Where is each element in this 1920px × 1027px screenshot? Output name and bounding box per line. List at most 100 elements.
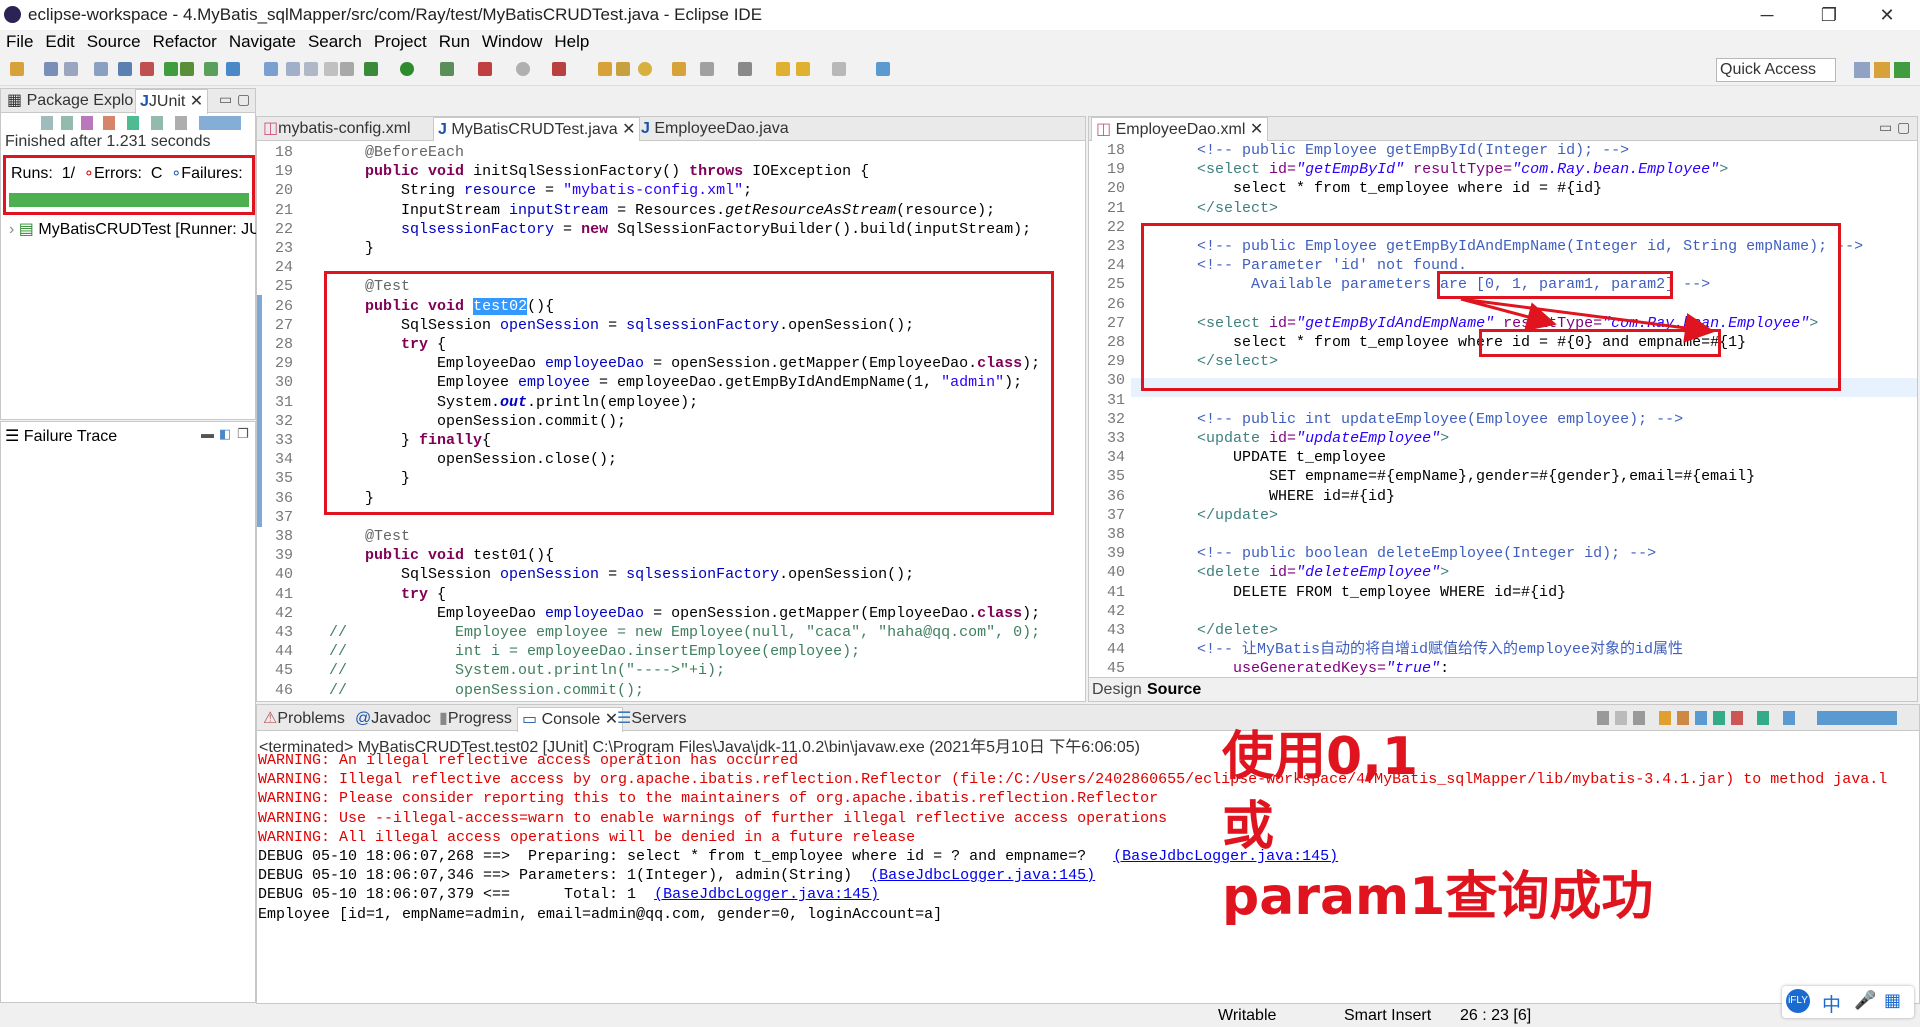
open-resource-icon[interactable] — [616, 62, 630, 76]
tab-console[interactable]: ▭ Console ✕ — [517, 707, 624, 732]
code-line[interactable]: 42 EmployeeDao employeeDao = openSession… — [257, 604, 1085, 623]
tab-progress[interactable]: ▮Progress — [435, 707, 516, 731]
console-warning-line: WARNING: All illegal access operations w… — [258, 828, 916, 846]
source-link[interactable]: (BaseJdbcLogger.java:145) — [870, 867, 1095, 884]
properties-icon[interactable] — [140, 62, 154, 76]
debug-icon[interactable] — [364, 62, 378, 76]
code-line[interactable]: 23 } — [257, 239, 1085, 258]
toggle-mark-icon[interactable] — [264, 62, 278, 76]
stop-icon[interactable] — [516, 62, 530, 76]
server-icon[interactable] — [552, 62, 566, 76]
tab-javadoc[interactable]: @Javadoc — [351, 707, 435, 731]
save-all-icon[interactable] — [64, 62, 78, 76]
compare-icon[interactable]: ◧ — [219, 426, 231, 442]
code-text: @BeforeEach — [365, 144, 465, 161]
junit-toolbar[interactable] — [41, 116, 241, 130]
paragraph-icon[interactable] — [340, 62, 354, 76]
block-select-icon[interactable] — [304, 62, 318, 76]
new-class-icon[interactable] — [226, 62, 240, 76]
console-toolbar[interactable] — [1597, 711, 1897, 725]
new-java-project-icon[interactable] — [180, 62, 194, 76]
annotation-line-1: 使用0,1 — [1222, 727, 1419, 787]
line-number: 18 — [275, 144, 294, 161]
open-type-icon[interactable] — [598, 62, 612, 76]
xml-bottom-tabs: Design Source — [1089, 677, 1917, 701]
test-tree-item[interactable]: › ▤ MyBatisCRUDTest [Runner: JU — [9, 219, 261, 239]
open-perspective-icon[interactable] — [1854, 62, 1870, 78]
terminal-icon[interactable] — [118, 62, 132, 76]
menu-help[interactable]: Help — [548, 30, 595, 54]
new-package-icon[interactable] — [204, 62, 218, 76]
tab-mybatiscrudtest[interactable]: J MyBatisCRUDTest.java ✕ — [433, 117, 641, 142]
search-icon[interactable] — [638, 62, 652, 76]
external-tools-icon[interactable] — [478, 62, 492, 76]
menu-search[interactable]: Search — [302, 30, 368, 54]
menu-project[interactable]: Project — [368, 30, 433, 54]
java-perspective-icon[interactable] — [1894, 62, 1910, 78]
code-line[interactable]: 44 // int i = employeeDao.insertEmployee(… — [257, 642, 1085, 661]
next-annotation-icon[interactable] — [776, 62, 790, 76]
save-icon[interactable] — [44, 62, 58, 76]
menu-run[interactable]: Run — [433, 30, 476, 54]
print-icon[interactable] — [94, 62, 108, 76]
close-button[interactable]: ✕ — [1864, 2, 1910, 28]
menu-navigate[interactable]: Navigate — [223, 30, 302, 54]
status-cursor-position: 26 : 23 [6] — [1460, 1007, 1532, 1024]
minimize-button[interactable]: ─ — [1744, 2, 1790, 28]
line-number: 24 — [275, 259, 294, 277]
tab-problems[interactable]: ⚠Problems — [259, 707, 349, 731]
code-line[interactable]: 21 InputStream inputStream = Resources.g… — [257, 201, 1085, 220]
new-icon[interactable] — [10, 62, 24, 76]
forward-icon[interactable] — [832, 62, 846, 76]
source-link[interactable]: (BaseJdbcLogger.java:145) — [654, 886, 879, 903]
run-icon[interactable] — [400, 62, 414, 76]
ifly-icon[interactable]: iFLY — [1786, 989, 1810, 1013]
code-line[interactable]: 46 // openSession.commit(); — [257, 681, 1085, 700]
tab-employeedao-java[interactable]: J EmployeeDao.java — [637, 117, 793, 141]
build-icon[interactable] — [164, 62, 178, 76]
code-line[interactable]: 38 @Test — [257, 527, 1085, 546]
show-whitespace-icon[interactable] — [324, 62, 338, 76]
menu-file[interactable]: File — [0, 30, 39, 54]
tab-mybatis-config[interactable]: ◫mybatis-config.xml — [259, 117, 415, 141]
tab-package-explorer[interactable]: ▦ Package Explo — [3, 89, 137, 113]
menu-refactor[interactable]: Refactor — [147, 30, 223, 54]
maximize-button[interactable]: ❐ — [1806, 2, 1852, 28]
code-line[interactable]: 20 String resource = "mybatis-config.xml… — [257, 181, 1085, 200]
tab-servers[interactable]: ☰Servers — [613, 707, 690, 731]
open-task-icon[interactable] — [672, 62, 686, 76]
code-line[interactable]: 43 // Employee employee = new Employee(nu… — [257, 623, 1085, 642]
code-line[interactable]: 19 public void initSqlSessionFactory() t… — [257, 162, 1085, 181]
code-line[interactable]: 22 sqlsessionFactory = new SqlSessionFac… — [257, 220, 1085, 239]
microphone-icon[interactable]: 🎤 — [1854, 990, 1876, 1011]
menu-source[interactable]: Source — [81, 30, 147, 54]
eclipse-icon — [4, 6, 21, 23]
maximize-view-icon[interactable]: ▢ — [237, 91, 250, 108]
apps-icon[interactable]: ▦ — [1884, 990, 1901, 1011]
code-line[interactable]: 45 // System.out.println("---->"+i); — [257, 661, 1085, 680]
coverage-icon[interactable] — [440, 62, 454, 76]
code-line[interactable]: 18 @BeforeEach — [257, 143, 1085, 162]
copy-trace-icon[interactable]: ❐ — [237, 426, 249, 442]
tab-junit[interactable]: JJUnit ✕ — [135, 89, 209, 114]
line-number: 39 — [275, 547, 294, 565]
ime-mode[interactable]: 中 — [1822, 990, 1841, 1017]
menu-window[interactable]: Window — [476, 30, 548, 54]
test02-highlight-box — [324, 271, 1054, 515]
perspective-icon[interactable] — [876, 62, 890, 76]
format-icon[interactable] — [286, 62, 300, 76]
annotation-icon[interactable] — [700, 62, 714, 76]
filter-stack-icon[interactable]: ▬ — [201, 426, 214, 441]
back-icon[interactable] — [796, 62, 810, 76]
menu-edit[interactable]: Edit — [39, 30, 80, 54]
code-line[interactable]: 41 try { — [257, 585, 1085, 604]
tab-source[interactable]: Source — [1147, 681, 1201, 699]
servers-icon: ☰ — [617, 710, 632, 727]
tab-design[interactable]: Design — [1092, 681, 1142, 699]
minimize-view-icon[interactable]: ▭ — [219, 91, 232, 108]
quick-access-input[interactable]: Quick Access — [1716, 58, 1836, 82]
java-ee-perspective-icon[interactable] — [1874, 62, 1890, 78]
pin-icon[interactable] — [738, 62, 752, 76]
code-line[interactable]: 39 public void test01(){ — [257, 546, 1085, 565]
code-line[interactable]: 40 SqlSession openSession = sqlsessionFa… — [257, 565, 1085, 584]
